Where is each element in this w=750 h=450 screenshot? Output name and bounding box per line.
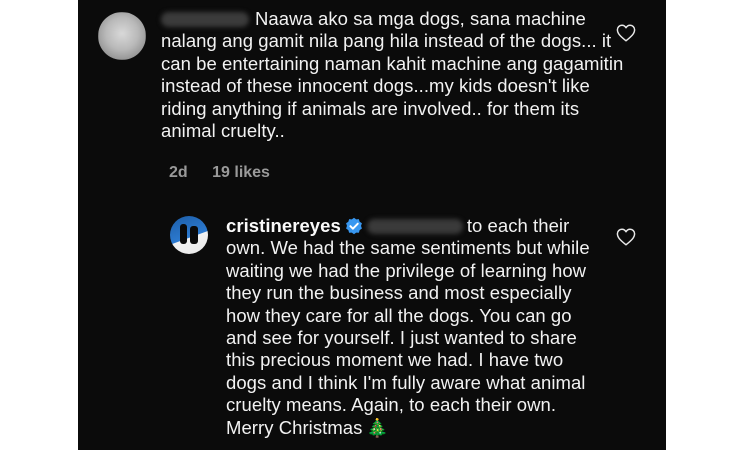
avatar[interactable] bbox=[98, 12, 146, 60]
comment-body: Naawa ako sa mga dogs, sana machine nala… bbox=[161, 8, 624, 142]
blurred-mention[interactable] bbox=[366, 219, 463, 234]
comment-item: Naawa ako sa mga dogs, sana machine nala… bbox=[78, 0, 666, 200]
avatar[interactable] bbox=[170, 216, 208, 254]
christmas-tree-emoji: 🎄 bbox=[366, 417, 389, 438]
person-silhouette bbox=[180, 224, 187, 244]
reply-text: cristinereyes to each their own. We had … bbox=[226, 215, 598, 439]
reply-body: to each their own. We had the same senti… bbox=[226, 215, 590, 438]
verified-badge-icon bbox=[345, 217, 362, 235]
blurred-username[interactable] bbox=[161, 12, 249, 27]
blurred-avatar-image bbox=[98, 12, 146, 60]
heart-outline-icon[interactable] bbox=[616, 228, 636, 246]
comment-likes[interactable]: 19 likes bbox=[212, 164, 270, 181]
profile-photo bbox=[170, 216, 208, 254]
heart-outline-icon[interactable] bbox=[616, 24, 636, 42]
comment-time: 2d bbox=[169, 164, 188, 181]
comment-meta: 2d 19 likes bbox=[169, 164, 290, 182]
person-silhouette bbox=[190, 226, 198, 244]
comments-panel: Naawa ako sa mga dogs, sana machine nala… bbox=[78, 0, 666, 450]
reply-username[interactable]: cristinereyes bbox=[226, 215, 341, 236]
reply-item: cristinereyes to each their own. We had … bbox=[78, 200, 666, 450]
comment-text: Naawa ako sa mga dogs, sana machine nala… bbox=[161, 8, 631, 142]
